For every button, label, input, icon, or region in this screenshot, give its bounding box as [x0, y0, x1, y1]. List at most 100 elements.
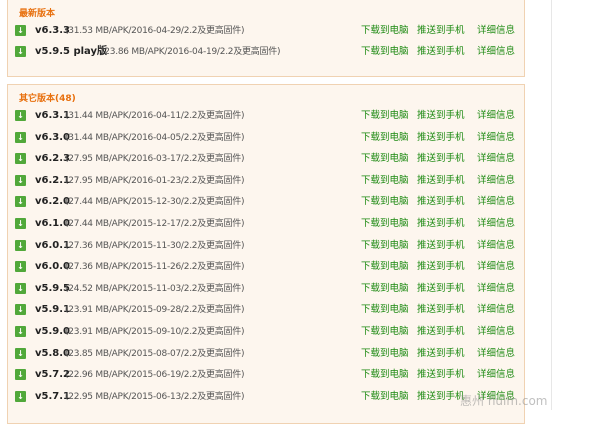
download-icon: ↓ [15, 304, 26, 316]
download-to-pc-link[interactable]: 下载到电脑 [361, 303, 409, 317]
version-meta: (27.36 MB/APK/2015-11-30/2.2及更高固件) [65, 240, 245, 251]
push-to-phone-link[interactable]: 推送到手机 [417, 239, 465, 253]
version-meta: (27.44 MB/APK/2015-12-17/2.2及更高固件) [65, 219, 245, 229]
download-to-pc-link[interactable]: 下载到电脑 [361, 239, 409, 253]
download-to-pc-link[interactable]: 下载到电脑 [361, 325, 409, 339]
version-row: ↓ v6.2.1 (27.95 MB/APK/2016-01-23/2.2及更高固件… [15, 174, 523, 188]
version-meta: (23.85 MB/APK/2015-08-07/2.2及更高固件) [65, 348, 245, 359]
details-link[interactable]: 详细信息 [477, 131, 515, 145]
download-icon: ↓ [15, 261, 26, 273]
details-link[interactable]: 详细信息 [477, 195, 515, 209]
download-icon: ↓ [15, 153, 26, 165]
version-row: ↓ v5.9.0 (23.91 MB/APK/2015-09-10/2.2及更高固件… [15, 325, 523, 339]
details-link[interactable]: 详细信息 [477, 174, 515, 188]
details-link[interactable]: 详细信息 [477, 347, 515, 361]
details-link[interactable]: 详细信息 [477, 109, 515, 123]
download-icon: ↓ [15, 110, 26, 121]
push-to-phone-link[interactable]: 推送到手机 [417, 217, 465, 231]
version-meta: (31.44 MB/APK/2016-04-05/2.2及更高固件) [65, 132, 245, 143]
download-icon: ↓ [15, 239, 26, 251]
version-row: ↓ v5.9.5 play版 (23.86 MB/APK/2016-04-19/2.… [15, 45, 523, 59]
version-meta: (27.95 MB/APK/2016-03-17/2.2及更高固件) [65, 154, 245, 165]
version-meta: (27.44 MB/APK/2015-12-30/2.2及更高固件) [65, 197, 245, 208]
download-icon: ↓ [15, 369, 26, 381]
version-row: ↓ v5.9.1 (23.91 MB/APK/2015-09-28/2.2及更高固件… [15, 303, 523, 317]
download-to-pc-link[interactable]: 下载到电脑 [361, 195, 409, 209]
download-icon: ↓ [15, 282, 26, 294]
details-link[interactable]: 详细信息 [477, 24, 515, 38]
details-link[interactable]: 详细信息 [477, 260, 515, 274]
push-to-phone-link[interactable]: 推送到手机 [417, 174, 465, 188]
push-to-phone-link[interactable]: 推送到手机 [417, 325, 465, 339]
download-icon: ↓ [15, 347, 26, 359]
version-row: ↓ v5.9.5 (24.52 MB/APK/2015-11-03/2.2及更高固件… [15, 282, 523, 296]
details-link[interactable]: 详细信息 [477, 217, 515, 231]
push-to-phone-link[interactable]: 推送到手机 [417, 282, 465, 296]
push-to-phone-link[interactable]: 推送到手机 [417, 347, 465, 361]
version-meta: (27.36 MB/APK/2015-11-26/2.2及更高固件) [65, 262, 245, 273]
details-link[interactable]: 详细信息 [477, 239, 515, 253]
version-row: ↓ v5.7.1 (22.95 MB/APK/2015-06-13/2.2及更高固件… [15, 390, 523, 404]
version-row: ↓ v6.3.0 (31.44 MB/APK/2016-04-05/2.2及更高固件… [15, 131, 523, 145]
push-to-phone-link[interactable]: 推送到手机 [417, 195, 465, 209]
download-icon: ↓ [15, 218, 26, 229]
download-icon: ↓ [15, 131, 26, 143]
version-row: ↓ v6.3.3 (31.53 MB/APK/2016-04-29/2.2及更高固件… [15, 24, 523, 38]
download-to-pc-link[interactable]: 下载到电脑 [361, 368, 409, 382]
version-meta: (22.96 MB/APK/2015-06-19/2.2及更高固件) [65, 370, 245, 381]
download-icon: ↓ [15, 25, 26, 36]
download-to-pc-link[interactable]: 下载到电脑 [361, 152, 409, 166]
push-to-phone-link[interactable]: 推送到手机 [417, 260, 465, 274]
other-versions-title: 其它版本(48) [19, 94, 76, 104]
version-meta: (22.95 MB/APK/2015-06-13/2.2及更高固件) [65, 391, 245, 402]
download-to-pc-link[interactable]: 下载到电脑 [361, 260, 409, 274]
push-to-phone-link[interactable]: 推送到手机 [417, 368, 465, 382]
version-row: ↓ v6.3.1 (31.44 MB/APK/2016-04-11/2.2及更高固件… [15, 109, 523, 123]
details-link[interactable]: 详细信息 [477, 368, 515, 382]
version-meta: (23.86 MB/APK/2016-04-19/2.2及更高固件) [101, 47, 281, 57]
version-row: ↓ v5.7.2 (22.96 MB/APK/2015-06-19/2.2及更高固件… [15, 368, 523, 382]
download-icon: ↓ [15, 46, 26, 57]
download-to-pc-link[interactable]: 下载到电脑 [361, 45, 409, 59]
version-row: ↓ v5.8.0 (23.85 MB/APK/2015-08-07/2.2及更高固件… [15, 347, 523, 361]
download-to-pc-link[interactable]: 下载到电脑 [361, 109, 409, 123]
version-meta: (31.53 MB/APK/2016-04-29/2.2及更高固件) [65, 26, 245, 36]
version-label: v5.9.5 play版 [35, 46, 108, 57]
version-meta: (27.95 MB/APK/2016-01-23/2.2及更高固件) [65, 175, 245, 186]
download-to-pc-link[interactable]: 下载到电脑 [361, 217, 409, 231]
download-icon: ↓ [15, 390, 26, 402]
version-row: ↓ v6.2.3 (27.95 MB/APK/2016-03-17/2.2及更高固件… [15, 152, 523, 166]
push-to-phone-link[interactable]: 推送到手机 [417, 303, 465, 317]
download-to-pc-link[interactable]: 下载到电脑 [361, 282, 409, 296]
push-to-phone-link[interactable]: 推送到手机 [417, 131, 465, 145]
version-row: ↓ v6.0.1 (27.36 MB/APK/2015-11-30/2.2及更高固件… [15, 239, 523, 253]
push-to-phone-link[interactable]: 推送到手机 [417, 109, 465, 123]
version-row: ↓ v6.1.0 (27.44 MB/APK/2015-12-17/2.2及更高固件… [15, 217, 523, 231]
download-to-pc-link[interactable]: 下载到电脑 [361, 347, 409, 361]
download-to-pc-link[interactable]: 下载到电脑 [361, 174, 409, 188]
version-row: ↓ v6.2.0 (27.44 MB/APK/2015-12-30/2.2及更高固件… [15, 195, 523, 209]
version-meta: (24.52 MB/APK/2015-11-03/2.2及更高固件) [65, 283, 245, 294]
details-link[interactable]: 详细信息 [477, 152, 515, 166]
version-row: ↓ v6.0.0 (27.36 MB/APK/2015-11-26/2.2及更高固件… [15, 260, 523, 274]
version-meta: (31.44 MB/APK/2016-04-11/2.2及更高固件) [65, 111, 245, 121]
push-to-phone-link[interactable]: 推送到手机 [417, 152, 465, 166]
download-icon: ↓ [15, 326, 26, 337]
push-to-phone-link[interactable]: 推送到手机 [417, 45, 465, 59]
download-icon: ↓ [15, 196, 26, 208]
download-to-pc-link[interactable]: 下载到电脑 [361, 24, 409, 38]
download-to-pc-link[interactable]: 下载到电脑 [361, 131, 409, 145]
details-link[interactable]: 详细信息 [477, 325, 515, 339]
version-meta: (23.91 MB/APK/2015-09-28/2.2及更高固件) [65, 305, 245, 316]
details-link[interactable]: 详细信息 [477, 303, 515, 317]
watermark: 惠州 huim.com [460, 394, 548, 408]
download-to-pc-link[interactable]: 下载到电脑 [361, 390, 409, 404]
push-to-phone-link[interactable]: 推送到手机 [417, 24, 465, 38]
details-link[interactable]: 详细信息 [477, 45, 515, 59]
latest-versions-panel [7, 0, 525, 77]
page-divider [551, 0, 552, 410]
push-to-phone-link[interactable]: 推送到手机 [417, 390, 465, 404]
download-icon: ↓ [15, 174, 26, 186]
details-link[interactable]: 详细信息 [477, 282, 515, 296]
version-meta: (23.91 MB/APK/2015-09-10/2.2及更高固件) [65, 327, 245, 337]
